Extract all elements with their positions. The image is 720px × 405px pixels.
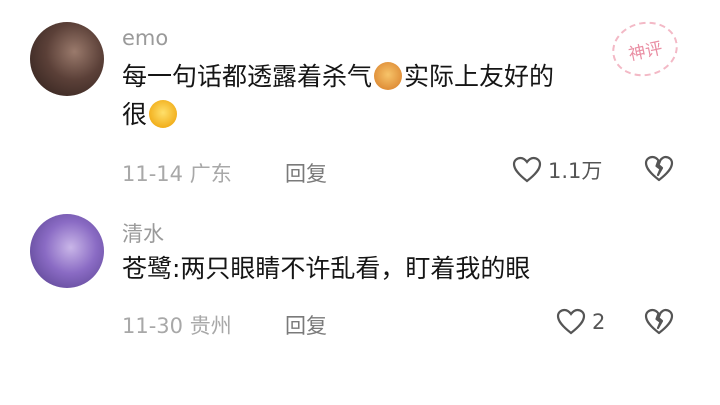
comment-date: 11-30 [122, 314, 184, 338]
laugh-cry-emoji-icon [149, 100, 178, 128]
avatar[interactable] [30, 214, 104, 288]
like-count: 1.1万 [548, 159, 603, 183]
comment-text: 苍鹭:两只眼睛不许乱看，盯着我的眼 [122, 254, 531, 283]
like-button[interactable]: 1.1万 [512, 155, 602, 185]
reply-button[interactable]: 回复 [285, 310, 327, 340]
comment-location: 贵州 [189, 314, 232, 338]
dislike-button[interactable] [644, 308, 674, 336]
dog-emoji-icon [374, 62, 403, 90]
comment-location: 广东 [189, 162, 232, 186]
comment-meta: 11-14 广东 [122, 158, 232, 188]
username[interactable]: emo [122, 26, 168, 50]
username[interactable]: 清水 [122, 218, 164, 248]
comment-meta: 11-30 贵州 [122, 310, 232, 340]
comment-text: 每一句话都透露着杀气 实际上友好的 很 [122, 62, 555, 129]
reply-button[interactable]: 回复 [285, 158, 327, 188]
broken-heart-icon [644, 308, 674, 336]
heart-icon [556, 308, 586, 336]
dislike-button[interactable] [644, 155, 674, 183]
avatar[interactable] [30, 22, 104, 96]
comment-date: 11-14 [122, 162, 184, 186]
heart-icon [512, 156, 542, 184]
like-count: 2 [592, 310, 606, 334]
broken-heart-icon [644, 155, 674, 183]
like-button[interactable]: 2 [556, 308, 605, 336]
